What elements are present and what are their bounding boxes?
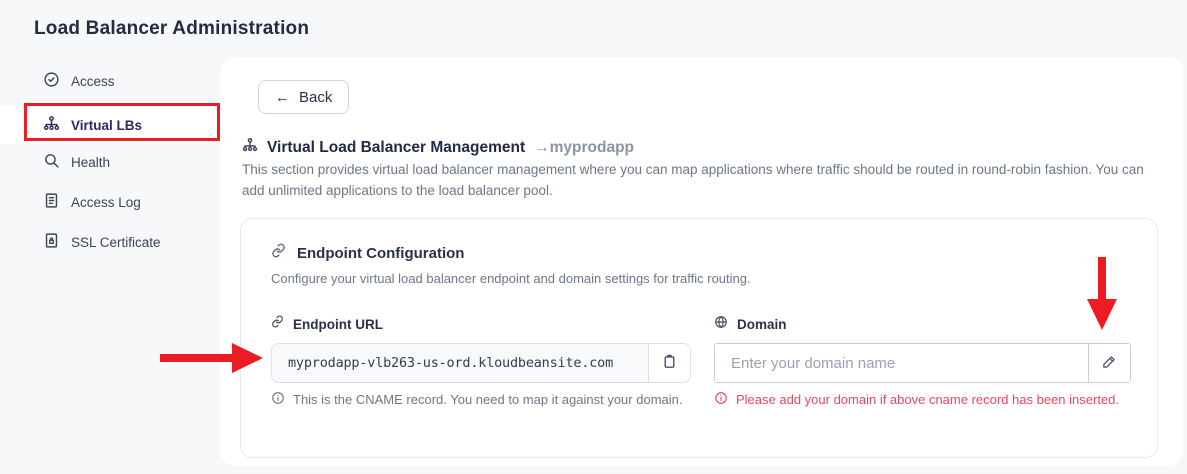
section-heading: Virtual Load Balancer Management → myprod… [242,137,634,158]
back-arrow-icon: ← [275,88,290,106]
sidebar-item-access[interactable]: Access [0,66,220,96]
sidebar-item-label: SSL Certificate [71,234,161,250]
sidebar-item-label: Virtual LBs [71,117,143,133]
sidebar-item-label: Access [71,73,115,89]
clipboard-icon [661,353,678,373]
arrow-right-glyph: → [534,138,550,156]
card-title: Endpoint Configuration [297,244,465,262]
endpoint-helper-text: This is the CNAME record. You need to ma… [293,392,683,407]
domain-input[interactable] [715,344,1089,382]
link-icon [271,315,284,333]
back-button[interactable]: ← Back [258,80,350,114]
sidebar-item-ssl-certificate[interactable]: SSL Certificate [0,227,220,257]
domain-warning-text: Please add your domain if above cname re… [736,392,1120,407]
sidebar-item-access-log[interactable]: Access Log [0,187,220,217]
domain-label: Domain [737,317,787,332]
app-name: myprodapp [549,138,635,156]
sidebar-item-virtual-lbs[interactable]: Virtual LBs [0,106,220,144]
pencil-icon [1101,353,1118,373]
endpoint-url-label-row: Endpoint URL [271,315,383,333]
sitemap-icon [43,115,60,135]
badge-check-icon [43,71,60,91]
section-title: Virtual Load Balancer Management [267,138,526,156]
back-button-label: Back [299,88,333,106]
annotation-arrow-right [160,343,263,373]
section-description: This section provides virtual load balan… [242,162,1144,199]
endpoint-configuration-card: Endpoint Configuration Configure your vi… [240,218,1158,458]
search-icon [43,152,60,172]
card-subtitle: Configure your virtual load balancer end… [271,271,751,286]
file-lock-icon [43,232,60,252]
app-name-breadcrumb: → myprodapp [534,139,634,157]
copy-button[interactable] [649,344,690,382]
sidebar-item-label: Health [71,154,111,170]
page-title: Load Balancer Administration [34,18,310,39]
info-icon [271,391,285,408]
info-icon [714,391,728,408]
domain-input-group [714,343,1131,383]
sidebar-item-label: Access Log [71,194,141,210]
sidebar-item-health[interactable]: Health [0,147,220,177]
link-icon [271,243,286,263]
card-header: Endpoint Configuration [271,243,464,263]
main-panel: ← Back Virtual Load Balancer Management … [220,57,1183,466]
file-text-icon [43,192,60,212]
endpoint-helper-row: This is the CNAME record. You need to ma… [271,391,682,408]
annotation-arrow-down [1087,257,1117,330]
endpoint-url-group [271,343,691,383]
endpoint-url-value[interactable] [272,344,650,382]
endpoint-url-label: Endpoint URL [293,316,383,332]
sitemap-icon [242,137,258,158]
edit-domain-button[interactable] [1089,344,1130,382]
globe-icon [714,315,728,334]
domain-label-row: Domain [714,315,787,334]
domain-warning-row: Please add your domain if above cname re… [714,391,1119,408]
